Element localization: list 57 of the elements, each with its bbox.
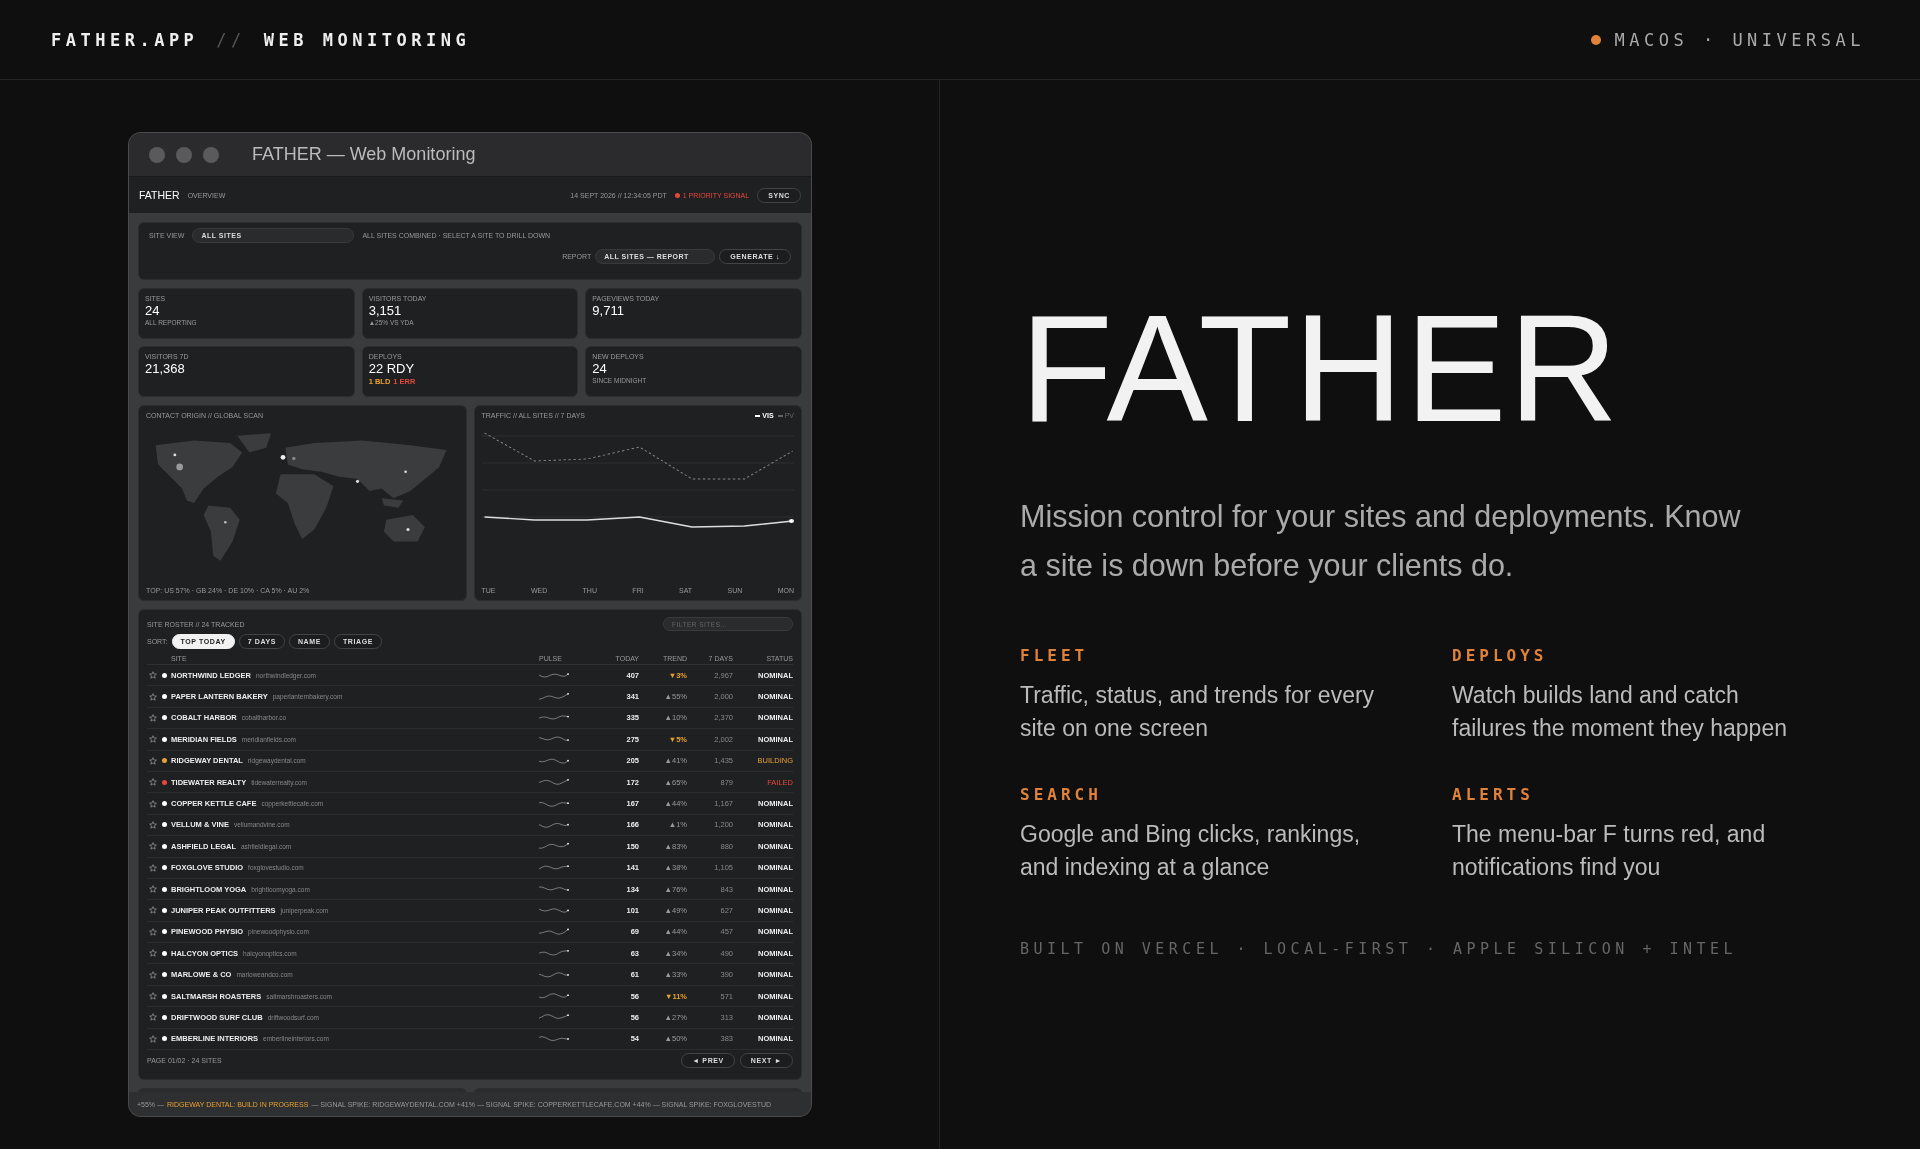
feature-label: SEARCH xyxy=(1020,785,1103,804)
footnote: BUILT ON VERCEL · LOCAL-FIRST · APPLE SILICON + INTEL xyxy=(1020,940,1739,958)
pulse-sparkline xyxy=(539,712,569,723)
star-icon[interactable] xyxy=(149,756,157,765)
hero-title: FATHER xyxy=(1020,292,1622,444)
status-dot xyxy=(1590,34,1601,45)
star-icon[interactable] xyxy=(149,906,157,915)
feature-label: ALERTS xyxy=(1452,785,1535,804)
pulse-sparkline xyxy=(539,670,569,681)
pulse-sparkline xyxy=(539,841,569,852)
star-icon[interactable] xyxy=(149,778,157,787)
app-brand: FATHER xyxy=(139,189,180,201)
feature-text: Watch builds land and catch failures the moment they happen xyxy=(1452,681,1788,743)
platform-label: MACOS · UNIVERSAL xyxy=(1614,29,1865,50)
star-icon[interactable] xyxy=(149,713,157,722)
star-icon[interactable] xyxy=(149,992,157,1001)
star-icon[interactable] xyxy=(149,949,157,958)
stat-value: 24 xyxy=(592,361,608,376)
window-control-icon[interactable] xyxy=(176,146,192,163)
stat-value: 21,368 xyxy=(145,361,186,376)
feature-text: Traffic, status, and trends for every site on one screen xyxy=(1020,681,1376,743)
feature-label: FLEET xyxy=(1020,646,1090,665)
pulse-sparkline xyxy=(539,948,569,959)
pulse-sparkline xyxy=(539,691,569,702)
pulse-sparkline xyxy=(539,969,569,980)
star-icon[interactable] xyxy=(149,799,157,808)
feature-text: Google and Bing clicks, rankings, and indexing at a glance xyxy=(1020,820,1362,882)
star-icon[interactable] xyxy=(149,927,157,936)
stat-value: 9,711 xyxy=(592,303,625,318)
star-icon[interactable] xyxy=(149,735,157,744)
alert-dot-icon xyxy=(674,192,680,198)
star-icon[interactable] xyxy=(149,671,157,680)
star-icon[interactable] xyxy=(149,863,157,872)
window-control-icon[interactable] xyxy=(149,146,165,163)
pulse-sparkline xyxy=(539,777,569,788)
star-icon[interactable] xyxy=(149,820,157,829)
feature-label: DEPLOYS xyxy=(1452,646,1549,665)
pulse-sparkline xyxy=(539,1033,569,1044)
star-icon[interactable] xyxy=(149,1034,157,1043)
star-icon[interactable] xyxy=(149,1013,157,1022)
pulse-sparkline xyxy=(539,926,569,937)
brand-subtitle: WEB MONITORING xyxy=(263,29,471,50)
star-icon[interactable] xyxy=(149,842,157,851)
stat-value: 3,151 xyxy=(368,303,403,318)
pulse-sparkline xyxy=(539,905,569,916)
window-title: FATHER — Web Monitoring xyxy=(252,144,476,165)
chart-end-point xyxy=(788,519,794,523)
star-icon[interactable] xyxy=(149,970,157,979)
window-control-icon[interactable] xyxy=(203,146,219,163)
feature-text: The menu-bar F turns red, and notifications find you xyxy=(1452,820,1767,882)
tagline: Mission control for your sites and deployments. Know a site is down before your clients do. xyxy=(1020,498,1742,585)
star-icon[interactable] xyxy=(149,692,157,701)
stat-value: 22 RDY xyxy=(368,361,416,376)
brand-separator: // xyxy=(216,29,246,50)
stat-value: 24 xyxy=(145,303,161,318)
star-icon[interactable] xyxy=(149,885,157,894)
brand-name: FATHER.APP xyxy=(51,29,199,50)
